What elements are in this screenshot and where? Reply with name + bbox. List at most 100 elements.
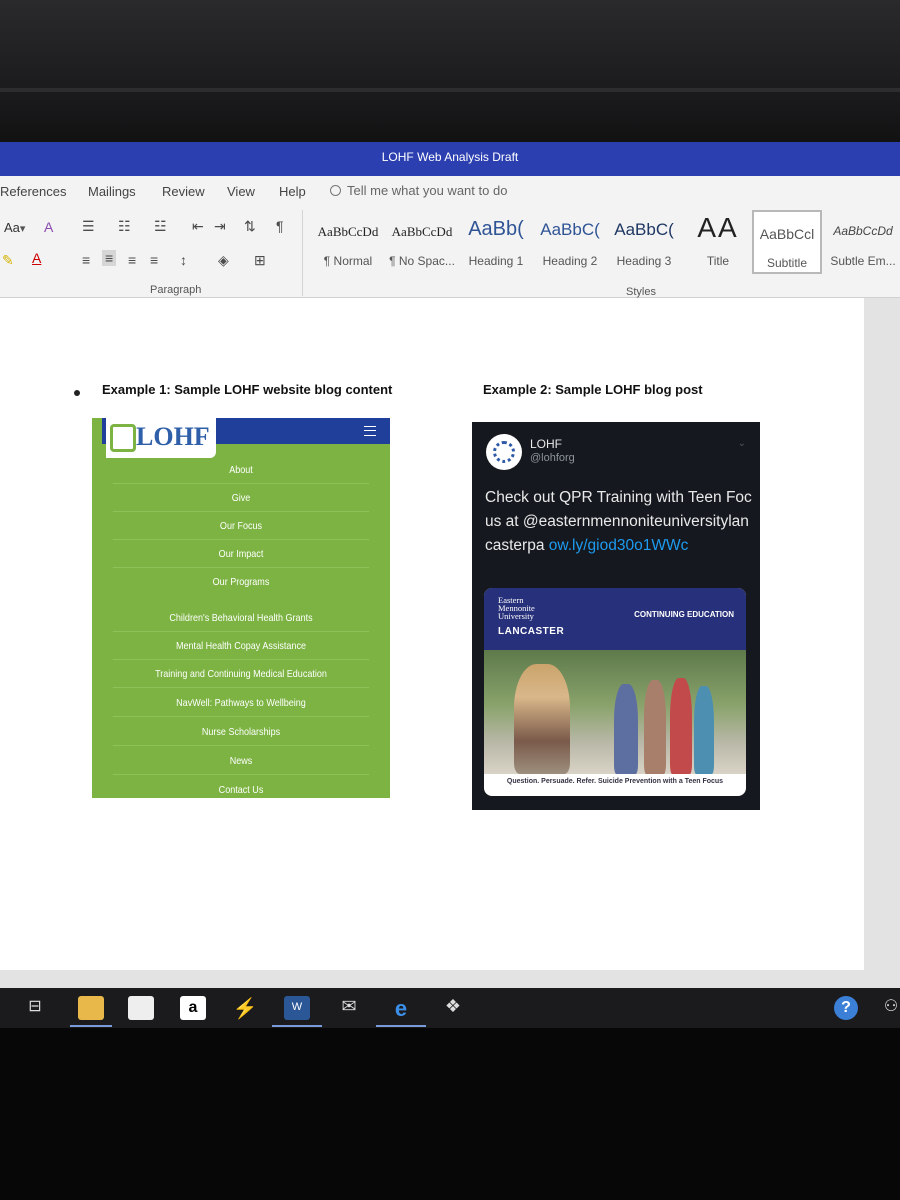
style-sample: AaBbC( — [614, 220, 674, 239]
style-name: Title — [706, 254, 730, 268]
lohf-logo-text: LOHF — [136, 422, 210, 451]
tweet-link: ow.ly/giod30o1WWc — [548, 537, 689, 554]
style-normal[interactable]: AaBbCcDd ¶ Normal — [312, 210, 384, 274]
title-bar: LOHF Web Analysis Draft — [0, 142, 900, 176]
laptop-bezel-bottom — [0, 1028, 900, 1200]
style-name: Heading 1 — [468, 254, 524, 268]
running-indicator — [272, 1025, 322, 1027]
lohf-nav-contact-us: Contact Us — [218, 784, 264, 796]
photo-person — [670, 678, 692, 774]
lohf-nav-give: Give — [112, 484, 370, 512]
help-icon[interactable]: ? — [834, 996, 858, 1020]
visual-studio-icon[interactable]: ⚡ — [232, 996, 258, 1020]
lohf-logo-mark-icon — [110, 424, 136, 452]
highlight-icon[interactable]: ✎ — [2, 252, 14, 269]
bullet — [74, 390, 80, 396]
style-heading-3[interactable]: AaBbC( Heading 3 — [608, 210, 680, 274]
style-no-spacing[interactable]: AaBbCcDd ¶ No Spac... — [386, 210, 458, 274]
dropbox-icon[interactable]: ❖ — [440, 996, 466, 1020]
lohf-nav-news: News — [112, 747, 370, 775]
style-sample: AaBbC( — [540, 220, 600, 239]
lohf-nav-navwell: NavWell: Pathways to Wellbeing — [112, 689, 370, 717]
tab-view[interactable]: View — [227, 184, 255, 199]
laptop-bezel-top — [0, 0, 900, 142]
align-right-icon[interactable]: ≡ — [128, 252, 136, 268]
task-view-icon[interactable]: ⊟ — [22, 996, 48, 1020]
show-formatting-icon[interactable]: ¶ — [276, 218, 284, 234]
example2-tweet-image: LOHF @lohforg ⌄ Check out QPR Training w… — [472, 422, 760, 810]
emu-logo: Eastern Mennonite University — [498, 596, 535, 621]
example1-heading: Example 1: Sample LOHF website blog cont… — [102, 382, 393, 397]
people-icon[interactable]: ⚇ — [878, 996, 900, 1020]
document-page[interactable]: Example 1: Sample LOHF website blog cont… — [0, 298, 864, 970]
change-case-button[interactable]: Aa▾ — [4, 220, 25, 235]
emu-location: LANCASTER — [498, 626, 565, 637]
card-tagline: Question. Persuade. Refer. Suicide Preve… — [506, 778, 724, 785]
photo-person — [514, 664, 570, 774]
ribbon-separator — [302, 210, 303, 296]
line-spacing-icon[interactable]: ↕ — [180, 252, 187, 268]
store-icon[interactable] — [128, 996, 154, 1020]
multilevel-list-icon[interactable]: ☳ — [154, 218, 167, 235]
example2-heading: Example 2: Sample LOHF blog post — [483, 382, 703, 397]
tab-help[interactable]: Help — [279, 184, 306, 199]
clear-formatting-icon[interactable]: A — [44, 219, 53, 235]
window-title: LOHF Web Analysis Draft — [381, 150, 519, 164]
bullets-icon[interactable]: ☰ — [82, 218, 95, 235]
lohf-nav-childrens-grants: Children's Behavioral Health Grants — [112, 604, 370, 632]
align-center-icon[interactable]: ≡ — [102, 250, 117, 266]
align-left-icon[interactable]: ≡ — [82, 252, 90, 268]
screen: LOHF Web Analysis Draft References Maili… — [0, 142, 900, 1028]
sort-icon[interactable]: ⇅ — [244, 218, 256, 235]
tab-references[interactable]: References — [0, 184, 66, 199]
hamburger-menu-icon — [364, 426, 376, 436]
tweet-name: LOHF — [530, 437, 563, 451]
shading-icon[interactable]: ◈ — [218, 252, 229, 269]
emu-banner: Eastern Mennonite University LANCASTER C… — [484, 588, 746, 650]
emu-program: CONTINUING EDUCATION — [634, 610, 734, 619]
style-title[interactable]: AA Title — [682, 210, 754, 274]
tell-me-text: Tell me what you want to do — [347, 183, 508, 198]
amazon-icon[interactable]: a — [180, 996, 206, 1020]
style-name: Subtle Em... — [830, 254, 896, 268]
tab-review[interactable]: Review — [162, 184, 205, 199]
style-name: ¶ No Spac... — [389, 254, 455, 268]
tweet-card: Eastern Mennonite University LANCASTER C… — [484, 588, 746, 796]
style-heading-2[interactable]: AaBbC( Heading 2 — [534, 210, 606, 274]
photo-person — [694, 686, 714, 774]
style-sample: AA — [697, 212, 739, 243]
tab-mailings[interactable]: Mailings — [88, 184, 136, 199]
tweet-text: Check out QPR Training with Teen Focus a… — [485, 486, 755, 558]
style-name: Subtitle — [766, 256, 808, 270]
numbering-icon[interactable]: ☷ — [118, 218, 131, 235]
lohf-nav-our-focus: Our Focus — [112, 512, 370, 540]
style-subtle-emphasis[interactable]: AaBbCcDd Subtle Em... — [826, 210, 900, 274]
tell-me-search[interactable]: Tell me what you want to do — [330, 183, 507, 198]
photo-person — [644, 680, 666, 774]
edge-icon[interactable]: e — [388, 996, 414, 1021]
style-subtitle[interactable]: AaBbCcl Subtitle — [752, 210, 822, 274]
ribbon-tabs: References Mailings Review View Help Tel… — [0, 176, 900, 206]
photo-person — [614, 684, 638, 774]
running-indicator — [70, 1025, 112, 1027]
borders-icon[interactable]: ⊞ — [254, 252, 266, 269]
style-sample: AaBbCcDd — [317, 224, 379, 239]
change-case-label: Aa — [4, 220, 20, 235]
font-color-icon[interactable]: A — [32, 250, 41, 266]
file-explorer-icon[interactable] — [78, 996, 104, 1020]
style-name: Heading 3 — [616, 254, 672, 268]
justify-icon[interactable]: ≡ — [150, 252, 158, 268]
paragraph-group-label: Paragraph — [150, 284, 202, 296]
style-heading-1[interactable]: AaBb( Heading 1 — [460, 210, 532, 274]
style-name: Heading 2 — [542, 254, 598, 268]
styles-group-label: Styles — [626, 286, 656, 298]
style-sample: AaBb( — [468, 218, 524, 240]
word-icon[interactable]: W — [284, 996, 310, 1020]
style-sample: AaBbCcDd — [833, 224, 893, 238]
teens-photo — [484, 650, 746, 774]
lohf-logo: LOHF — [106, 418, 216, 458]
decrease-indent-icon[interactable]: ⇤ — [192, 218, 204, 235]
mail-icon[interactable]: ✉ — [336, 996, 362, 1020]
increase-indent-icon[interactable]: ⇥ — [214, 218, 226, 235]
style-sample: AaBbCcl — [759, 226, 815, 242]
